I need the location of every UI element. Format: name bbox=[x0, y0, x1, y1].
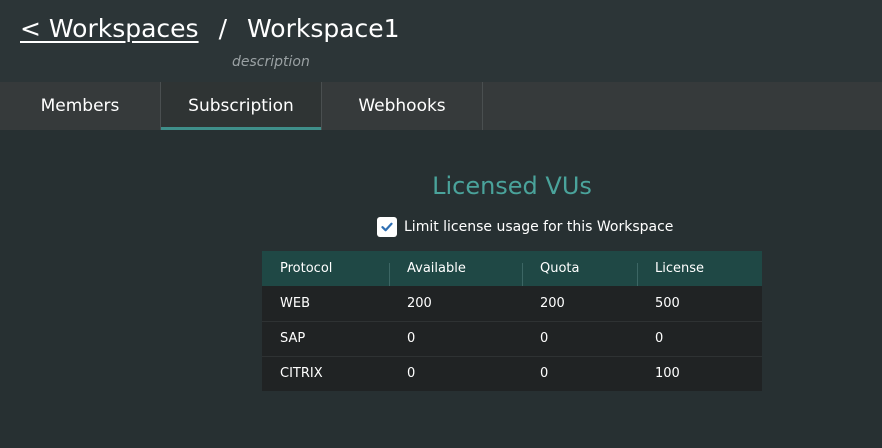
workspace-description[interactable]: description bbox=[232, 54, 310, 70]
table-row: SAP 0 0 0 bbox=[262, 320, 762, 356]
cell-quota[interactable]: 0 bbox=[522, 320, 637, 356]
column-header-license: License bbox=[637, 251, 762, 286]
breadcrumb-separator: / bbox=[218, 14, 228, 43]
page-title: Workspace1 bbox=[247, 14, 400, 43]
page-header: < Workspaces / Workspace1 description bbox=[0, 0, 882, 82]
cell-quota[interactable]: 200 bbox=[522, 286, 637, 321]
tab-subscription[interactable]: Subscription bbox=[161, 82, 322, 130]
limit-license-checkbox-row[interactable]: Limit license usage for this Workspace bbox=[377, 217, 673, 237]
column-header-available: Available bbox=[389, 251, 522, 286]
cell-available: 0 bbox=[389, 320, 522, 356]
cell-license: 100 bbox=[637, 355, 762, 391]
tab-members[interactable]: Members bbox=[0, 82, 161, 130]
limit-license-checkbox[interactable] bbox=[377, 217, 397, 237]
table-header-row: Protocol Available Quota License bbox=[262, 251, 762, 286]
breadcrumb: < Workspaces / Workspace1 bbox=[20, 14, 400, 43]
licensed-vus-table: Protocol Available Quota License WEB 200… bbox=[262, 251, 762, 391]
cell-license: 500 bbox=[655, 295, 680, 311]
column-header-quota: Quota bbox=[522, 251, 637, 286]
tab-bar: Members Subscription Webhooks bbox=[0, 82, 882, 130]
cell-protocol: CITRIX bbox=[262, 355, 389, 391]
cell-available: 200 bbox=[407, 295, 432, 311]
column-header-protocol: Protocol bbox=[280, 261, 333, 276]
checkmark-icon bbox=[381, 222, 393, 232]
cell-protocol: SAP bbox=[262, 320, 389, 356]
table-row: WEB 200 200 500 bbox=[262, 286, 762, 321]
tab-webhooks[interactable]: Webhooks bbox=[322, 82, 483, 130]
cell-available: 0 bbox=[389, 355, 522, 391]
cell-quota[interactable]: 0 bbox=[522, 355, 637, 391]
cell-protocol: WEB bbox=[280, 295, 310, 311]
cell-license: 0 bbox=[637, 320, 762, 356]
breadcrumb-workspaces-link[interactable]: < Workspaces bbox=[20, 14, 199, 43]
limit-license-label: Limit license usage for this Workspace bbox=[404, 219, 674, 235]
licensed-vus-title: Licensed VUs bbox=[432, 172, 592, 200]
table-row: CITRIX 0 0 100 bbox=[262, 355, 762, 391]
